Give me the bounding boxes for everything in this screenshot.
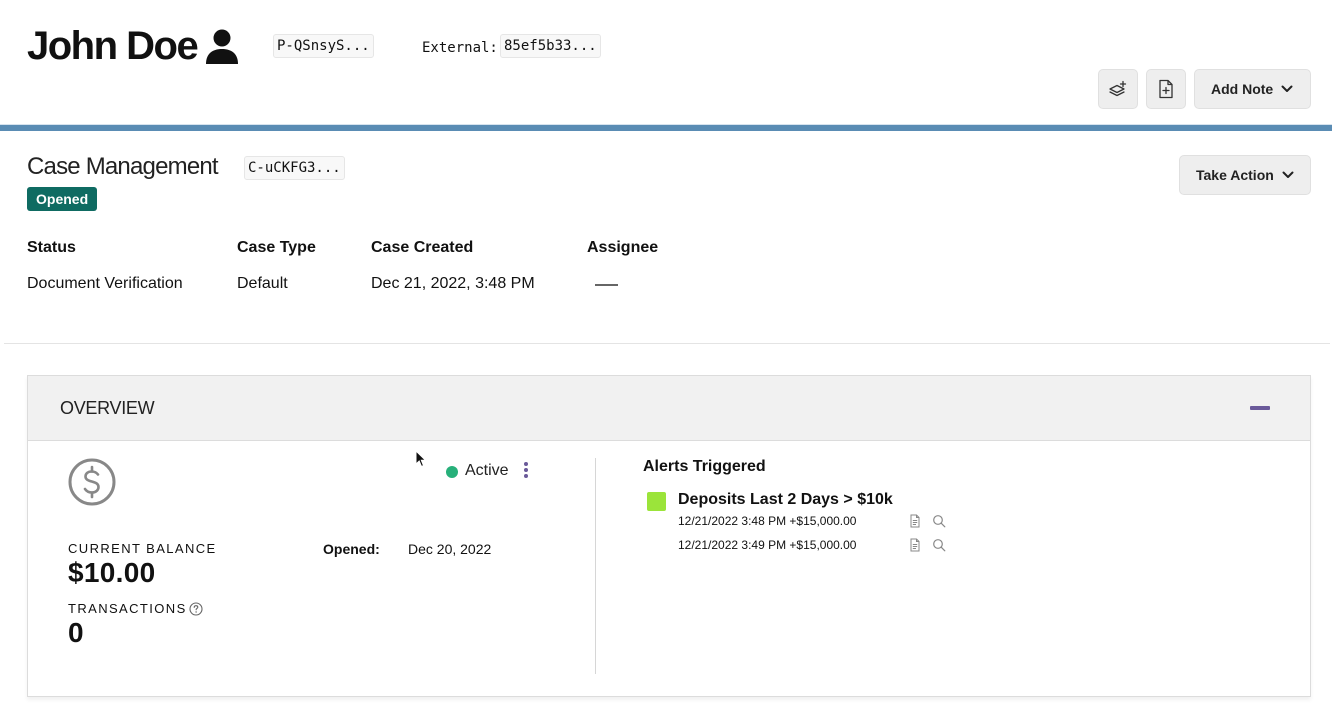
kebab-menu-icon[interactable] [522, 460, 530, 480]
alert-transaction-text: 12/21/2022 3:48 PM +$15,000.00 [678, 514, 857, 528]
add-note-button[interactable]: Add Note [1194, 69, 1311, 109]
overview-panel: OVERVIEW Active CURRENT BALANCE $10.00 T… [27, 375, 1311, 697]
alert-transaction-row: 12/21/2022 3:49 PM +$15,000.00 [678, 536, 946, 554]
assignee-empty-dash[interactable] [595, 284, 618, 286]
assignee-heading: Assignee [587, 239, 659, 256]
search-icon[interactable] [932, 538, 946, 552]
chevron-down-icon [1282, 171, 1294, 178]
account-status: Active [465, 462, 509, 479]
document-plus-icon [1159, 79, 1173, 99]
add-note-label: Add Note [1211, 81, 1274, 97]
take-action-button[interactable]: Take Action [1179, 155, 1311, 195]
person-icon [206, 29, 238, 64]
take-action-label: Take Action [1196, 167, 1274, 183]
person-name: John Doe [27, 24, 199, 68]
alert-name: Deposits Last 2 Days > $10k [678, 491, 893, 508]
overview-header[interactable]: OVERVIEW [28, 376, 1310, 441]
case-title: Case Management [27, 153, 219, 180]
dollar-circle-icon [68, 458, 116, 506]
transactions-label: TRANSACTIONS [68, 601, 187, 616]
profile-header: John Doe P-QSnsyS... External: 85ef5b33.… [0, 0, 1332, 124]
active-status-dot [446, 466, 458, 478]
case-type-heading: Case Type [237, 239, 316, 256]
case-created-value: Dec 21, 2022, 3:48 PM [371, 275, 535, 292]
alert-transaction-text: 12/21/2022 3:49 PM +$15,000.00 [678, 538, 857, 552]
layers-plus-icon [1109, 80, 1127, 97]
opened-label: Opened: [323, 541, 380, 557]
accent-bar [0, 124, 1332, 131]
transactions-label-row: TRANSACTIONS [68, 601, 203, 616]
balance-value: $10.00 [68, 557, 156, 588]
status-value: Document Verification [27, 275, 183, 292]
external-id-chip[interactable]: 85ef5b33... [500, 34, 601, 58]
alerts-title: Alerts Triggered [643, 458, 766, 475]
column-divider [595, 458, 596, 674]
alert-severity-square [647, 492, 666, 511]
section-divider [4, 343, 1330, 344]
mouse-cursor-icon [415, 450, 427, 468]
status-heading: Status [27, 239, 76, 256]
case-created-heading: Case Created [371, 239, 474, 256]
opened-value: Dec 20, 2022 [408, 541, 492, 557]
add-layer-button[interactable] [1098, 69, 1138, 109]
search-icon[interactable] [932, 514, 946, 528]
chevron-down-icon [1281, 85, 1293, 92]
overview-title: OVERVIEW [60, 398, 155, 418]
balance-label: CURRENT BALANCE [68, 541, 217, 556]
case-type-value: Default [237, 275, 288, 292]
external-label: External: [422, 40, 498, 56]
person-id-chip[interactable]: P-QSnsyS... [273, 34, 374, 58]
collapse-icon[interactable] [1250, 406, 1270, 410]
document-icon[interactable] [908, 514, 922, 528]
transactions-value: 0 [68, 617, 84, 648]
add-document-button[interactable] [1146, 69, 1186, 109]
help-icon[interactable] [189, 601, 203, 616]
case-id-chip[interactable]: C-uCKFG3... [244, 156, 345, 180]
alert-transaction-row: 12/21/2022 3:48 PM +$15,000.00 [678, 512, 946, 530]
status-badge: Opened [27, 187, 98, 211]
document-icon[interactable] [908, 538, 922, 552]
